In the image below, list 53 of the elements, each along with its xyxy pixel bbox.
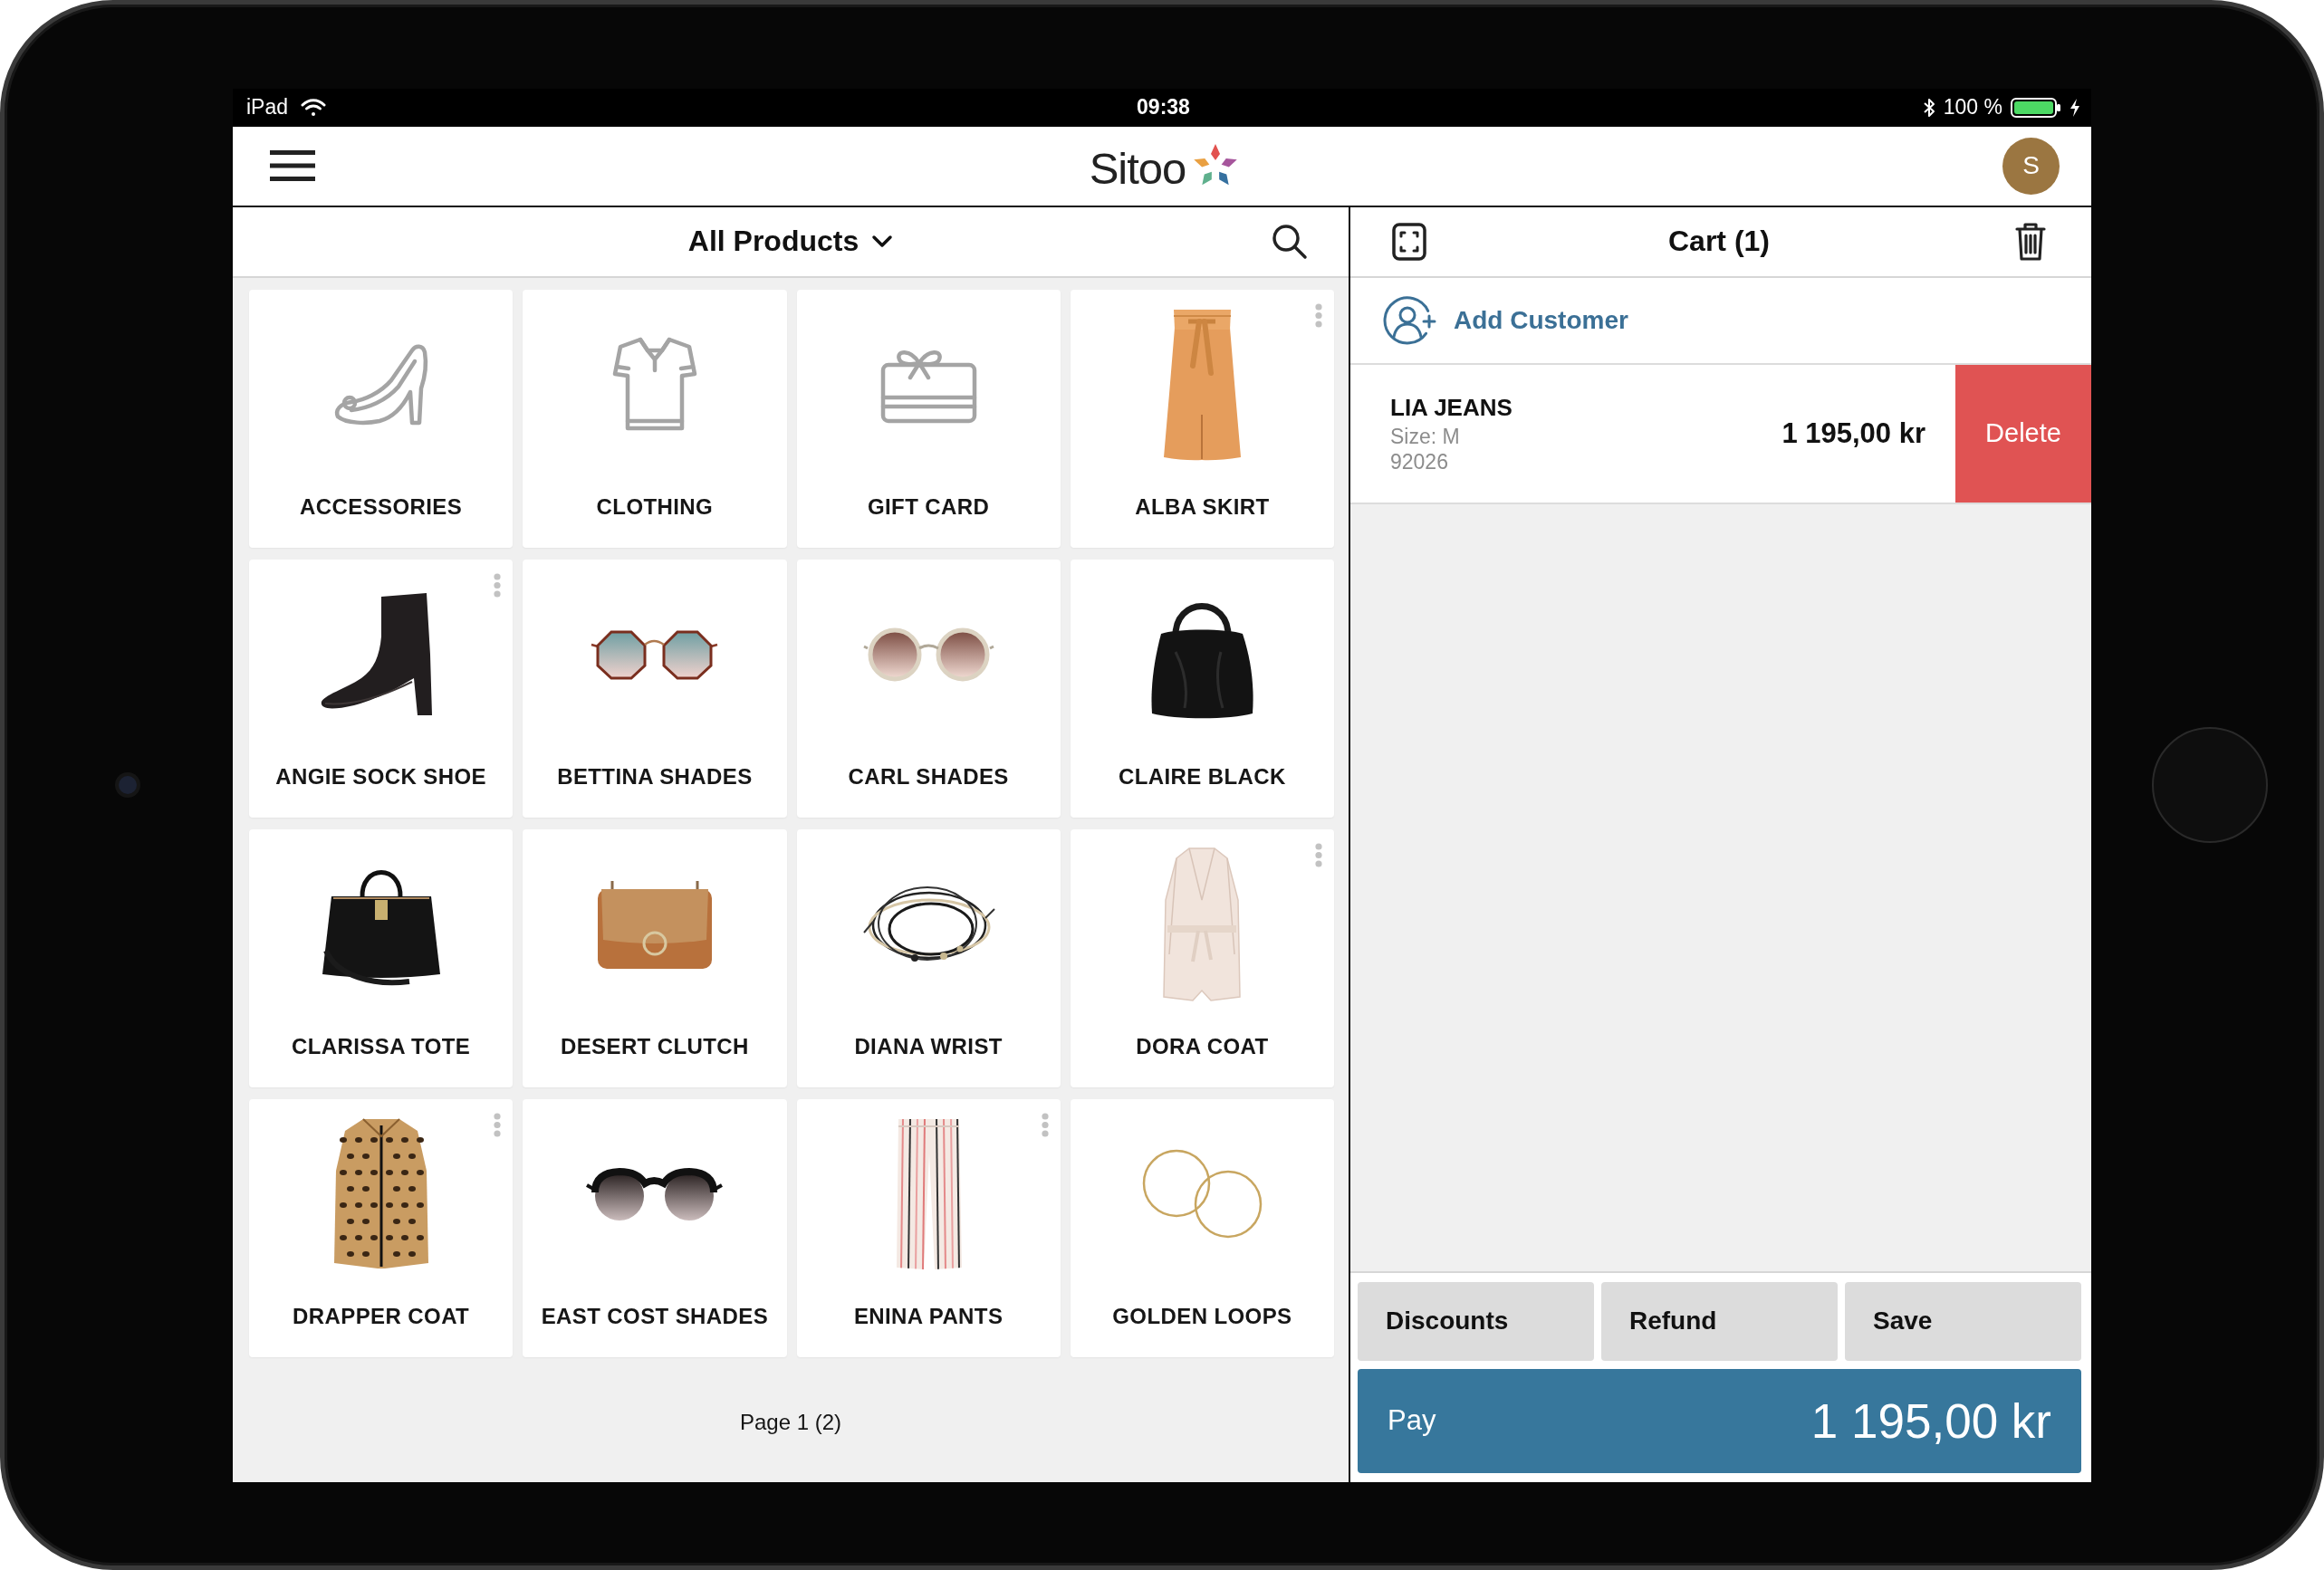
action-button[interactable]: Refund [1601,1281,1838,1361]
product-tile[interactable]: CLARISSA TOTE [249,828,514,1087]
charging-bolt-icon [2070,98,2080,117]
product-tile[interactable]: ANGIE SOCK SHOE [249,559,514,818]
product-tile[interactable]: DESERT CLUTCH [523,828,787,1087]
cart-item[interactable]: LIA JEANS Size: M 92026 1 195,00 kr Delete [1350,364,2091,504]
item-detail: Size: M [1390,423,1461,449]
device-label: iPad [246,95,289,120]
delete-button[interactable]: Delete [1955,364,2091,503]
add-customer-button[interactable]: Add Customer [1350,277,2091,365]
product-tile[interactable]: GIFT CARD [796,289,1061,548]
product-tile[interactable]: CLOTHING [523,289,787,548]
item-detail: 92026 [1390,448,1449,474]
more-icon[interactable] [1041,1112,1049,1137]
more-icon[interactable] [1315,842,1322,867]
item-name: LIA JEANS [1390,392,1513,422]
product-tile[interactable]: ENINA PANTS [796,1098,1061,1357]
action-button[interactable]: Discounts [1358,1281,1594,1361]
product-tile[interactable]: EAST COST SHADES [523,1098,787,1357]
cart-title: Cart (1) [1668,225,1770,258]
product-tile[interactable]: GOLDEN LOOPS [1070,1098,1334,1357]
product-tile[interactable]: ACCESSORIES [249,289,514,548]
polo-shirt-icon [610,336,698,433]
wifi-icon [301,98,327,117]
product-tile[interactable]: DIANA WRIST [796,828,1061,1087]
more-icon[interactable] [494,572,502,598]
pay-button[interactable]: Pay 1 195,00 kr [1358,1368,2081,1473]
category-dropdown[interactable]: All Products [687,225,894,258]
chevron-down-icon [871,235,894,248]
camera-icon [119,776,137,794]
product-tile[interactable]: DORA COAT [1070,828,1334,1087]
scan-icon[interactable] [1392,222,1426,261]
item-price: 1 195,00 kr [1781,416,1925,450]
product-tile[interactable]: BETTINA SHADES [523,559,787,818]
action-button[interactable]: Save [1845,1281,2081,1361]
trash-icon[interactable] [2015,221,2046,262]
clock-time: 09:38 [1137,95,1190,120]
product-tile[interactable]: ALBA SKIRT [1070,289,1334,548]
page-indicator: Page 1 (2) [739,1408,842,1435]
add-user-icon [1382,294,1438,346]
battery-percentage: 100 % [1943,95,2002,120]
product-tile[interactable]: DRAPPER COAT [249,1098,514,1357]
product-tile[interactable]: CLAIRE BLACK [1070,559,1334,818]
menu-icon[interactable] [270,150,315,181]
more-icon[interactable] [1315,302,1322,328]
pay-total: 1 195,00 kr [1810,1393,2051,1449]
bluetooth-icon [1922,97,1935,118]
battery-icon [2011,97,2061,118]
search-icon[interactable] [1272,223,1308,260]
logo-wordmark: Sitoo [1089,142,1186,191]
more-icon[interactable] [494,1112,502,1137]
avatar[interactable]: S [2002,137,2060,195]
product-tile[interactable]: CARL SHADES [796,559,1061,818]
